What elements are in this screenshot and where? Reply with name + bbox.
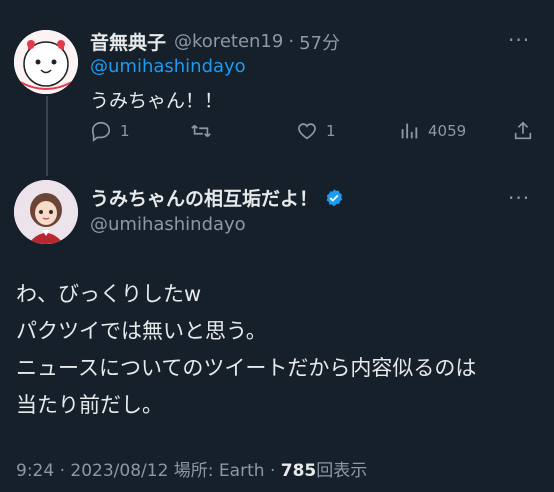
reply-count: 1 — [120, 122, 130, 140]
reply-header: 音無典子 @koreten19 · 57分 — [90, 28, 340, 55]
more-icon[interactable]: ··· — [508, 186, 530, 210]
tweet-line: パクツイでは無いと思う。 — [16, 319, 267, 343]
more-icon[interactable]: ··· — [508, 28, 530, 52]
reply-button[interactable]: 1 — [90, 120, 130, 142]
tweet-line: ニュースについてのツイートだから内容似るのは — [16, 356, 477, 380]
tweet-time[interactable]: 9:24 — [16, 461, 54, 481]
retweet-icon — [191, 124, 211, 138]
separator: · — [288, 31, 295, 52]
avatar-image — [14, 180, 78, 244]
verified-icon — [326, 188, 343, 206]
share-button[interactable] — [512, 120, 542, 142]
like-count: 1 — [326, 122, 336, 140]
views-label: 回表示 — [316, 461, 368, 481]
views-button[interactable]: 4059 — [398, 120, 466, 142]
retweet-button[interactable] — [190, 120, 220, 142]
views-count: 4059 — [428, 122, 467, 140]
separator: · — [269, 461, 276, 481]
avatar-umihashindayo[interactable] — [14, 180, 78, 244]
avatar-koreten19[interactable] — [14, 30, 78, 94]
like-button[interactable]: 1 — [296, 120, 336, 142]
separator: · — [59, 461, 65, 481]
tweet-body: わ、びっくりしたw パクツイでは無いと思う。 ニュースについてのツイートだから内… — [16, 276, 476, 424]
reply-icon — [91, 121, 111, 142]
avatar-image — [14, 30, 78, 94]
action-bar: 1 1 4059 — [90, 120, 540, 146]
tweet-line: わ、びっくりしたw — [16, 282, 202, 306]
thread-line — [46, 96, 48, 176]
views-number: 785 — [280, 461, 317, 481]
tweet-location[interactable]: 場所: Earth — [174, 461, 265, 481]
handle[interactable]: @umihashindayo — [90, 214, 246, 235]
main-header: うみちゃんの相互垢だよ！ — [90, 184, 344, 211]
mention-link[interactable]: @umihashindayo — [90, 56, 246, 77]
timestamp[interactable]: 57分 — [299, 29, 340, 55]
tweet-date[interactable]: 2023/08/12 — [70, 461, 168, 481]
share-icon — [514, 121, 532, 140]
tweet-line: 当たり前だし。 — [16, 393, 163, 417]
display-name[interactable]: 音無典子 — [90, 28, 166, 55]
like-icon — [298, 123, 316, 140]
reply-text: うみちゃん！！ — [90, 90, 224, 112]
tweet-meta: 9:24 · 2023/08/12 場所: Earth · 785回表示 — [16, 456, 367, 481]
handle[interactable]: @koreten19 — [174, 31, 283, 52]
views-icon — [401, 123, 418, 139]
display-name[interactable]: うみちゃんの相互垢だよ！ — [90, 184, 318, 211]
